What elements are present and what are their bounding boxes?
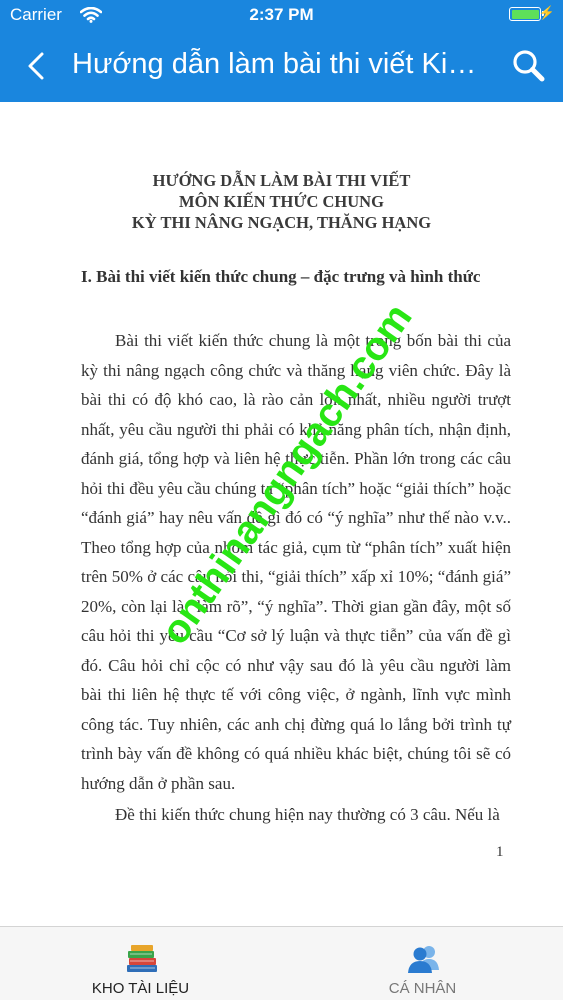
section-title: I. Bài thi viết kiến thức chung – đặc tr… [81,267,481,286]
tab-ca-nhan[interactable]: CÁ NHÂN [282,927,563,1001]
heading-line: KỲ THI NÂNG NGẠCH, THĂNG HẠNG [131,213,432,232]
tab-bar: KHO TÀI LIỆU CÁ NHÂN [0,926,563,1000]
search-icon [513,50,545,82]
status-time: 2:37 PM [249,5,314,24]
tab-kho-tai-lieu[interactable]: KHO TÀI LIỆU [0,927,281,1001]
tab-label: CÁ NHÂN [388,980,457,997]
paragraph: Đề thi kiến thức chung hiện nay thường c… [115,805,500,824]
users-icon [406,943,442,977]
charging-bolt-icon: ⚡ [538,5,555,20]
books-icon [124,943,160,977]
heading-line: MÔN KIẾN THỨC CHUNG [179,192,384,211]
tab-label: KHO TÀI LIỆU [91,980,190,997]
status-bar: Carrier 2:37 PM ⚡ [0,0,563,30]
heading-line: HƯỚNG DẪN LÀM BÀI THI VIẾT [152,171,411,190]
battery-icon [509,7,544,21]
battery-level [511,9,539,19]
document-heading: HƯỚNG DẪN LÀM BÀI THI VIẾT MÔN KIẾN THỨC… [0,170,563,233]
search-button[interactable] [511,48,547,84]
document-page[interactable]: HƯỚNG DẪN LÀM BÀI THI VIẾT MÔN KIẾN THỨC… [0,102,563,926]
document-title: Hướng dẫn làm bài thi viết Kiến thức chu… [72,48,492,80]
paragraph: Bài thi viết kiến thức chung là một tron… [81,331,511,793]
chevron-left-icon [28,52,44,80]
page-number: 1 [496,844,504,860]
back-button[interactable] [18,46,58,86]
navigation-bar: Hướng dẫn làm bài thi viết Kiến thức chu… [0,30,563,102]
